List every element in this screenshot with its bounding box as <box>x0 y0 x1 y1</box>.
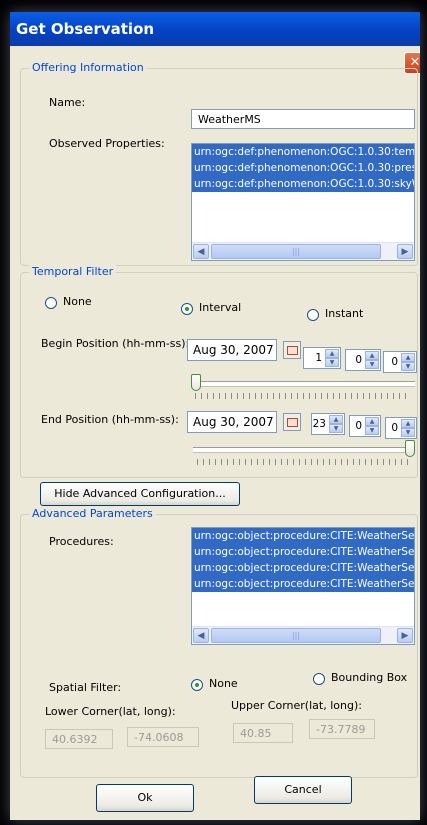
advanced-parameters-group: Advanced Parameters Procedures: urn:ogc:… <box>20 507 418 778</box>
temporal-filter-group: Temporal Filter None Interval Instant Be… <box>20 265 418 478</box>
title-bar[interactable]: Get Observation <box>10 12 420 46</box>
end-position-label: End Position (hh-mm-ss): <box>41 413 179 426</box>
radio-instant-label[interactable]: Instant <box>325 307 363 320</box>
get-observation-dialog: Get Observation ✕ Offering Information N… <box>10 12 420 820</box>
begin-minute-value: 0 <box>355 354 362 366</box>
radio-interval-label[interactable]: Interval <box>199 301 241 314</box>
upper-long-input[interactable]: -73.7789 <box>309 719 375 739</box>
end-date-picker[interactable]: Aug 30, 2007 <box>187 411 277 433</box>
begin-calendar-icon[interactable] <box>283 341 301 359</box>
end-time-slider[interactable] <box>193 439 415 469</box>
spin-arrows-icon[interactable]: ▲ ▼ <box>401 419 415 437</box>
slider-thumb[interactable] <box>191 374 201 391</box>
list-item[interactable]: urn:ogc:object:procedure:CITE:WeatherSer… <box>192 560 414 576</box>
begin-hour-spinner[interactable]: 1 ▲ ▼ <box>303 347 341 369</box>
begin-second-spinner[interactable]: 0 ▲ ▼ <box>383 351 417 373</box>
scroll-left-icon[interactable]: ◀ <box>193 628 209 643</box>
scroll-right-icon[interactable]: ▶ <box>397 628 413 643</box>
procedures-list[interactable]: urn:ogc:object:procedure:CITE:WeatherSer… <box>191 527 415 645</box>
scroll-thumb[interactable]: ||| <box>211 628 381 643</box>
spin-arrows-icon[interactable]: ▲ ▼ <box>325 349 339 367</box>
slider-ticks <box>195 393 411 399</box>
end-hour-spinner[interactable]: 23 ▲ ▼ <box>311 413 345 435</box>
end-second-spinner[interactable]: 0 ▲ ▼ <box>385 417 417 439</box>
horizontal-scrollbar[interactable]: ◀ ||| ▶ <box>192 626 414 644</box>
offering-legend: Offering Information <box>29 61 147 74</box>
slider-ticks <box>197 459 411 465</box>
radio-instant[interactable] <box>307 309 319 321</box>
spin-arrows-icon[interactable]: ▲ ▼ <box>329 415 343 433</box>
spin-arrows-icon[interactable]: ▲ ▼ <box>365 351 379 369</box>
offering-information-group: Offering Information Name: WeatherMS Obs… <box>20 61 418 266</box>
slider-track <box>193 447 415 452</box>
upper-corner-label: Upper Corner(lat, long): <box>231 699 362 712</box>
list-item[interactable]: urn:ogc:def:phenomenon:OGC:1.0.30:temper… <box>192 144 414 160</box>
observed-properties-label: Observed Properties: <box>49 137 165 150</box>
slider-track <box>191 381 415 386</box>
begin-position-label: Begin Position (hh-mm-ss): <box>41 337 190 350</box>
list-item[interactable]: urn:ogc:object:procedure:CITE:WeatherSer… <box>192 528 414 544</box>
radio-none[interactable] <box>45 297 57 309</box>
scroll-right-icon[interactable]: ▶ <box>397 244 413 259</box>
begin-time-slider[interactable] <box>191 373 415 403</box>
upper-lat-input[interactable]: 40.85 <box>233 723 293 743</box>
spin-arrows-icon[interactable]: ▲ ▼ <box>401 353 415 371</box>
begin-minute-spinner[interactable]: 0 ▲ ▼ <box>345 349 381 371</box>
advanced-legend: Advanced Parameters <box>29 507 156 520</box>
scroll-left-icon[interactable]: ◀ <box>193 244 209 259</box>
end-calendar-icon[interactable] <box>283 413 301 431</box>
begin-hour-value: 1 <box>315 352 322 364</box>
slider-thumb[interactable] <box>405 440 415 457</box>
cancel-button[interactable]: Cancel <box>254 776 352 804</box>
horizontal-scrollbar[interactable]: ◀ ||| ▶ <box>192 242 414 260</box>
spin-arrows-icon[interactable]: ▲ ▼ <box>365 417 379 435</box>
procedures-label: Procedures: <box>49 535 114 548</box>
begin-date-picker[interactable]: Aug 30, 2007 <box>187 339 277 361</box>
lower-lat-input[interactable]: 40.6392 <box>45 729 113 749</box>
spatial-filter-label: Spatial Filter: <box>49 681 122 694</box>
window-title: Get Observation <box>16 20 155 38</box>
radio-spatial-none[interactable] <box>191 679 203 691</box>
observed-properties-list[interactable]: urn:ogc:def:phenomenon:OGC:1.0.30:temper… <box>191 143 415 261</box>
end-hour-value: 23 <box>312 418 326 430</box>
name-input[interactable]: WeatherMS <box>191 109 415 129</box>
radio-none-label[interactable]: None <box>63 295 92 308</box>
radio-bounding-box-label[interactable]: Bounding Box <box>331 671 407 684</box>
name-label: Name: <box>49 96 86 109</box>
radio-interval[interactable] <box>181 303 193 315</box>
end-minute-spinner[interactable]: 0 ▲ ▼ <box>349 415 381 437</box>
scroll-thumb[interactable]: ||| <box>211 244 381 259</box>
ok-button[interactable]: Ok <box>96 784 194 812</box>
hide-advanced-button[interactable]: Hide Advanced Configuration... <box>40 482 240 506</box>
list-item[interactable]: urn:ogc:object:procedure:CITE:WeatherSer… <box>192 576 414 592</box>
end-second-value: 0 <box>391 422 398 434</box>
begin-second-value: 0 <box>391 356 398 368</box>
radio-bounding-box[interactable] <box>313 673 325 685</box>
lower-long-input[interactable]: -74.0608 <box>127 727 199 747</box>
list-item[interactable]: urn:ogc:def:phenomenon:OGC:1.0.30:skyWea <box>192 176 414 192</box>
radio-spatial-none-label[interactable]: None <box>209 677 238 690</box>
end-minute-value: 0 <box>355 420 362 432</box>
list-item[interactable]: urn:ogc:object:procedure:CITE:WeatherSer… <box>192 544 414 560</box>
temporal-legend: Temporal Filter <box>29 265 117 278</box>
lower-corner-label: Lower Corner(lat, long): <box>45 705 176 718</box>
list-item[interactable]: urn:ogc:def:phenomenon:OGC:1.0.30:pressu… <box>192 160 414 176</box>
